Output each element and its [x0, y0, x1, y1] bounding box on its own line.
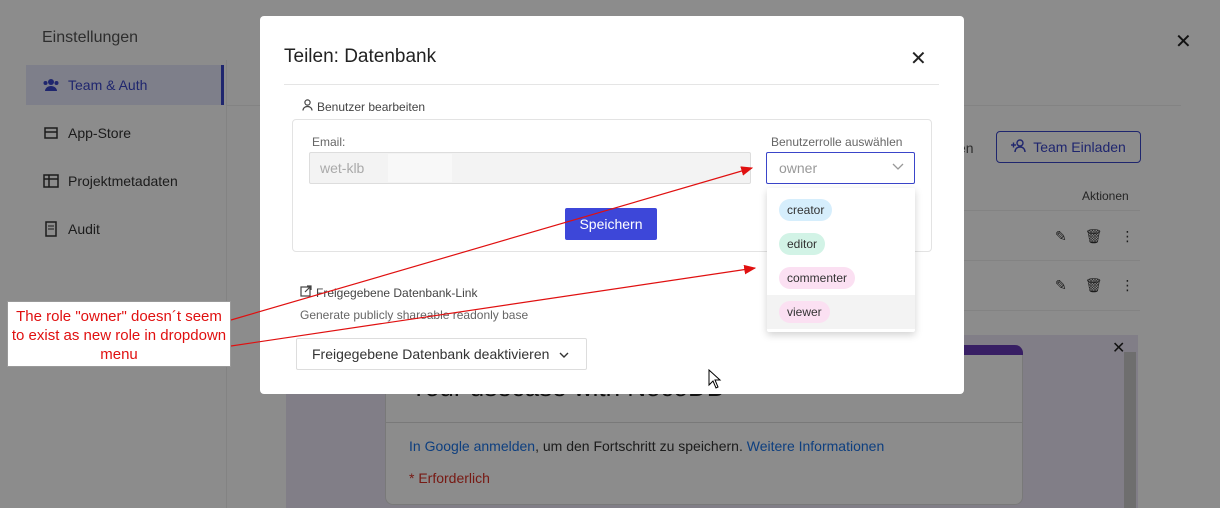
arrow-to-role-select — [230, 166, 754, 321]
arrow-to-dropdown — [230, 264, 757, 347]
annotation-arrows — [230, 166, 757, 347]
mouse-cursor-icon — [708, 368, 722, 394]
annotation-callout: The role "owner" doesn´t seem to exist a… — [7, 301, 231, 367]
